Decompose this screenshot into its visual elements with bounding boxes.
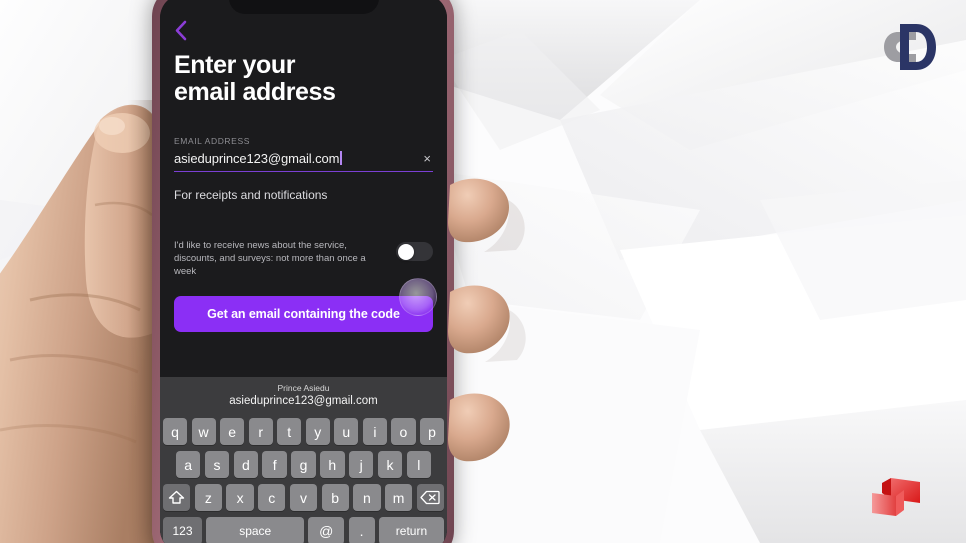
at-key[interactable]: @ bbox=[308, 517, 345, 543]
email-input-value: asieduprince123@gmail.com bbox=[174, 151, 340, 166]
keyboard-row-2: a s d f g h j k l bbox=[160, 448, 447, 481]
app-screen: Enter your email address EMAIL ADDRESS a… bbox=[160, 0, 447, 543]
cta-wrapper: Get an email containing the code bbox=[174, 278, 437, 333]
key-b[interactable]: b bbox=[321, 484, 349, 511]
phone-notch bbox=[228, 0, 379, 14]
chevron-left-icon[interactable] bbox=[174, 18, 196, 42]
key-x[interactable]: x bbox=[226, 484, 254, 511]
key-o[interactable]: o bbox=[391, 418, 416, 445]
period-key[interactable]: . bbox=[348, 517, 375, 543]
key-d[interactable]: d bbox=[233, 451, 259, 478]
phone-device: Enter your email address EMAIL ADDRESS a… bbox=[152, 0, 454, 543]
keyboard-row-3: z x c v b n m bbox=[160, 481, 447, 514]
key-v[interactable]: v bbox=[289, 484, 318, 511]
signup-content: Enter your email address EMAIL ADDRESS a… bbox=[160, 0, 447, 333]
space-key[interactable]: space bbox=[206, 517, 304, 543]
autofill-suggestion[interactable]: Prince Asiedu asieduprince123@gmail.com bbox=[160, 377, 447, 415]
newsletter-optin-label: I'd like to receive news about the servi… bbox=[174, 240, 366, 277]
key-q[interactable]: q bbox=[162, 418, 188, 445]
numbers-key[interactable]: 123 bbox=[163, 517, 203, 543]
key-n[interactable]: n bbox=[353, 484, 381, 511]
autofill-email: asieduprince123@gmail.com bbox=[229, 395, 378, 408]
fingers-right bbox=[448, 178, 526, 462]
page-title: Enter your email address bbox=[174, 52, 433, 106]
key-g[interactable]: g bbox=[291, 451, 316, 478]
key-y[interactable]: y bbox=[305, 418, 330, 445]
autofill-name: Prince Asiedu bbox=[277, 383, 330, 394]
key-r[interactable]: r bbox=[248, 418, 273, 445]
phone-screen: Enter your email address EMAIL ADDRESS a… bbox=[160, 0, 447, 543]
page-title-line2: email address bbox=[174, 78, 336, 106]
key-h[interactable]: h bbox=[320, 451, 345, 478]
key-j[interactable]: j bbox=[348, 451, 374, 478]
key-z[interactable]: z bbox=[194, 484, 223, 511]
virtual-keyboard: Prince Asiedu asieduprince123@gmail.com … bbox=[160, 377, 447, 543]
dd-monogram-glyph bbox=[884, 24, 936, 70]
key-m[interactable]: m bbox=[384, 484, 413, 511]
email-field-row[interactable]: asieduprince123@gmail.com × bbox=[174, 151, 433, 172]
key-t[interactable]: t bbox=[277, 418, 302, 445]
page-title-line1: Enter your bbox=[174, 51, 296, 79]
key-w[interactable]: w bbox=[191, 418, 216, 445]
shift-key-icon[interactable] bbox=[163, 484, 191, 511]
field-hint: For receipts and notifications bbox=[174, 188, 328, 202]
key-a[interactable]: a bbox=[175, 451, 201, 478]
email-input[interactable]: asieduprince123@gmail.com bbox=[174, 151, 421, 166]
text-cursor bbox=[340, 151, 342, 165]
keyboard-row-1: q w e r t y u i o p bbox=[160, 415, 447, 448]
get-email-code-button[interactable]: Get an email containing the code bbox=[174, 296, 433, 333]
red-ribbon-glyph bbox=[872, 478, 920, 516]
key-i[interactable]: i bbox=[362, 418, 387, 445]
email-field-label: EMAIL ADDRESS bbox=[174, 136, 250, 146]
key-c[interactable]: c bbox=[258, 484, 286, 511]
shift-arrow-glyph bbox=[168, 490, 185, 504]
key-e[interactable]: e bbox=[220, 418, 245, 445]
email-field-block: EMAIL ADDRESS asieduprince123@gmail.com … bbox=[174, 136, 433, 172]
keyboard-row-4: 123 space @ . return bbox=[160, 514, 447, 543]
key-s[interactable]: s bbox=[204, 451, 230, 478]
red-ribbon-logo bbox=[868, 473, 924, 521]
newsletter-optin-row: I'd like to receive news about the servi… bbox=[174, 240, 433, 278]
key-k[interactable]: k bbox=[377, 451, 403, 478]
key-u[interactable]: u bbox=[334, 418, 359, 445]
toggle-knob bbox=[397, 243, 414, 260]
chevron-left-glyph bbox=[175, 20, 187, 40]
dd-monogram-logo bbox=[874, 16, 944, 78]
key-f[interactable]: f bbox=[262, 451, 287, 478]
